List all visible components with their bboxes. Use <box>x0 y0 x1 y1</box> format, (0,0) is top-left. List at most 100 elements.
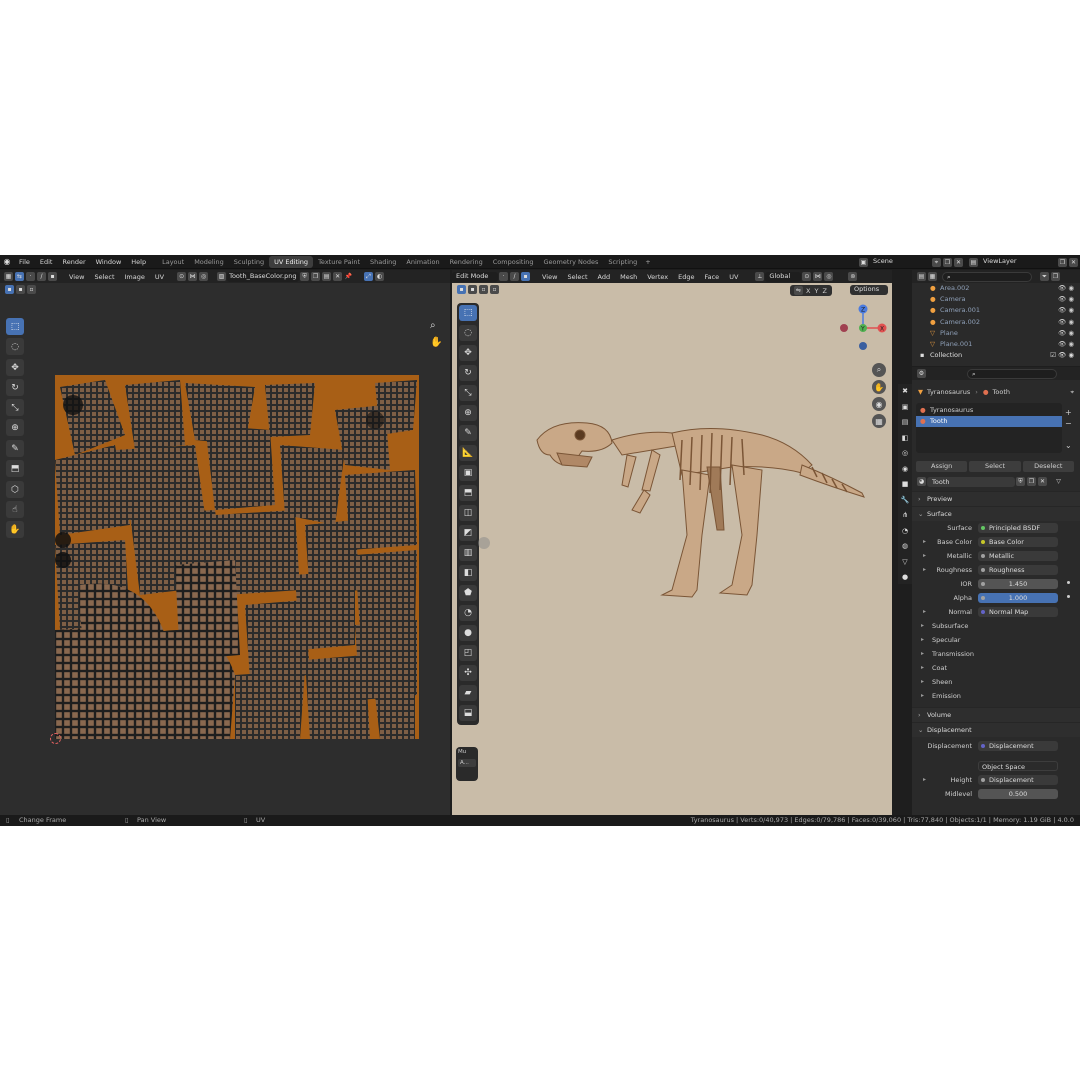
tab-layout[interactable]: Layout <box>157 256 189 268</box>
new-image-icon[interactable]: ❐ <box>311 272 321 281</box>
new-scene-icon[interactable]: ❐ <box>943 257 952 267</box>
loop-cut-icon[interactable]: ▥ <box>459 545 477 561</box>
uv-select-new-icon[interactable]: ▪ <box>5 285 14 294</box>
spin-icon[interactable]: ◔ <box>459 605 477 621</box>
outliner-item[interactable]: ● Area.002 👁 ◉ <box>912 283 1080 294</box>
visibility-icons[interactable]: 👁 ◉ <box>1058 317 1074 328</box>
viewport-menu-face[interactable]: Face <box>699 273 724 281</box>
axis-x-toggle[interactable]: X <box>804 287 812 295</box>
displacement-field[interactable]: Displacement <box>978 741 1058 751</box>
viewport-menu-uv[interactable]: UV <box>724 273 743 281</box>
menu-file[interactable]: File <box>14 258 35 266</box>
tab-shading[interactable]: Shading <box>365 256 401 268</box>
sync-selection-icon[interactable]: ⇆ <box>15 272 24 281</box>
uv-sticky-icon[interactable]: ⤢ <box>364 272 374 281</box>
uv-select-extend-icon[interactable]: ▪ <box>16 285 25 294</box>
socket-icon[interactable] <box>981 568 985 572</box>
image-name-field[interactable]: Tooth_BaseColor.png <box>227 271 300 282</box>
assign-button[interactable]: Assign <box>916 461 968 472</box>
edge-slide-icon[interactable]: ◰ <box>459 645 477 661</box>
subpanel-specular[interactable]: Specular <box>912 633 1080 647</box>
expand-arrow-icon[interactable]: ▸ <box>923 535 926 549</box>
rip-tool-icon[interactable]: ⬒ <box>6 460 24 477</box>
camera-view-icon[interactable]: ◉ <box>872 397 886 411</box>
cursor-tool-icon[interactable]: ◌ <box>6 338 24 355</box>
duplicate-material-icon[interactable]: ❐ <box>1027 477 1036 486</box>
last-operation-panel[interactable]: Mu A... <box>456 747 478 781</box>
tab-uv-editing[interactable]: UV Editing <box>269 255 314 268</box>
properties-tab-icons[interactable]: ✖ ▣ ▤ ◧ ◎ ◉ ■ 🔧 ⋔ ◔ ◍ ▽ ● <box>898 384 912 586</box>
ior-field[interactable]: 1.450 <box>978 579 1058 589</box>
socket-icon[interactable] <box>981 554 985 558</box>
annotate-tool-icon[interactable]: ✎ <box>6 440 24 457</box>
subpanel-subsurface[interactable]: Subsurface <box>912 619 1080 633</box>
pan-hand-icon[interactable]: ✋ <box>430 337 442 348</box>
scene-selector[interactable]: ▣ Scene ⌖ ❐ ✕ <box>858 257 964 267</box>
base-color-field[interactable]: Base Color <box>978 537 1058 547</box>
viewport-menu-view[interactable]: View <box>537 273 562 281</box>
rotate-icon[interactable]: ↻ <box>459 365 477 381</box>
options-dropdown[interactable]: Options <box>850 285 888 295</box>
relax-tool-icon[interactable]: ☝ <box>6 501 24 518</box>
select-box-icon[interactable]: ⬚ <box>459 305 477 321</box>
material-slot-row[interactable]: ● Tyranosaurus <box>916 405 1062 416</box>
tab-rendering[interactable]: Rendering <box>445 256 488 268</box>
visibility-icons[interactable]: 👁 ◉ <box>1058 328 1074 339</box>
uv-menu-uv[interactable]: UV <box>150 273 169 281</box>
new-collection-icon[interactable]: ❐ <box>1051 272 1060 281</box>
scene-name[interactable]: Scene <box>869 257 931 267</box>
grab-tool-icon[interactable]: ⬡ <box>6 481 24 498</box>
height-field[interactable]: Displacement <box>978 775 1058 785</box>
preview-section[interactable]: Preview <box>912 491 1080 507</box>
socket-icon[interactable] <box>981 540 985 544</box>
zoom-view-icon[interactable]: ⌕ <box>872 363 886 377</box>
sidebar-toggle-icon[interactable] <box>478 537 490 549</box>
3d-viewport[interactable]: Edit Mode · / ▪ View Select Add Mesh Vertex E… <box>452 270 892 815</box>
viewport-menu-add[interactable]: Add <box>593 273 616 281</box>
keyframe-dot-icon[interactable] <box>1067 581 1070 584</box>
blender-logo-icon[interactable]: ◉ <box>0 257 14 266</box>
surface-section[interactable]: Surface <box>912 506 1080 522</box>
deselect-button[interactable]: Deselect <box>1022 461 1074 472</box>
orientation-selector[interactable]: Global <box>765 271 802 282</box>
ortho-toggle-icon[interactable]: ▦ <box>872 414 886 428</box>
outliner-item[interactable]: ● Camera.001 👁 ◉ <box>912 305 1080 316</box>
axis-y-toggle[interactable]: Y <box>812 287 820 295</box>
subpanel-emission[interactable]: Emission <box>912 689 1080 703</box>
menu-help[interactable]: Help <box>126 258 151 266</box>
menu-edit[interactable]: Edit <box>35 258 58 266</box>
proportional-icon[interactable]: ◎ <box>199 272 209 281</box>
proportional-edit-icon[interactable]: ◎ <box>824 272 834 281</box>
displacement-section[interactable]: Displacement <box>912 722 1080 738</box>
measure-icon[interactable]: 📐 <box>459 445 477 461</box>
snap-icon[interactable]: ⋈ <box>188 272 198 281</box>
edge-select-icon[interactable]: / <box>37 272 46 281</box>
viewport-menu-edge[interactable]: Edge <box>673 273 699 281</box>
mode-selector[interactable]: Edit Mode <box>452 271 498 282</box>
material-type-icon[interactable]: ▽ <box>1054 477 1063 486</box>
outliner-collection-row[interactable]: ▪ Collection ☑ 👁 ◉ <box>912 350 1080 361</box>
zoom-icon[interactable]: ⌕ <box>430 320 436 331</box>
pan-view-icon[interactable]: ✋ <box>872 380 886 394</box>
pin-icon[interactable]: ⌖ <box>932 257 941 267</box>
tab-sculpting[interactable]: Sculpting <box>229 256 269 268</box>
socket-icon[interactable] <box>981 596 985 600</box>
remove-scene-icon[interactable]: ✕ <box>954 257 963 267</box>
overlay-icon[interactable]: ⊚ <box>848 272 858 281</box>
slot-add-remove-buttons[interactable]: + − ⌄ <box>1065 407 1072 451</box>
properties-search-input[interactable]: ⌕ <box>967 368 1057 379</box>
add-workspace-button[interactable]: + <box>642 258 653 266</box>
midlevel-field[interactable]: 0.500 <box>978 789 1058 799</box>
collection-visibility-icons[interactable]: ☑ 👁 ◉ <box>1050 350 1074 361</box>
visibility-icons[interactable]: 👁 ◉ <box>1058 294 1074 305</box>
transform-icon[interactable]: ⊕ <box>459 405 477 421</box>
smooth-icon[interactable]: ● <box>459 625 477 641</box>
roughness-field[interactable]: Roughness <box>978 565 1058 575</box>
normal-field[interactable]: Normal Map <box>978 607 1058 617</box>
viewport-menu-select[interactable]: Select <box>562 273 592 281</box>
subpanel-coat[interactable]: Coat <box>912 661 1080 675</box>
fake-user-icon[interactable]: ⛨ <box>300 272 310 281</box>
subpanel-transmission[interactable]: Transmission <box>912 647 1080 661</box>
vertex-select-icon[interactable]: · <box>26 272 35 281</box>
select-box-tool-icon[interactable]: ⬚ <box>6 318 24 335</box>
